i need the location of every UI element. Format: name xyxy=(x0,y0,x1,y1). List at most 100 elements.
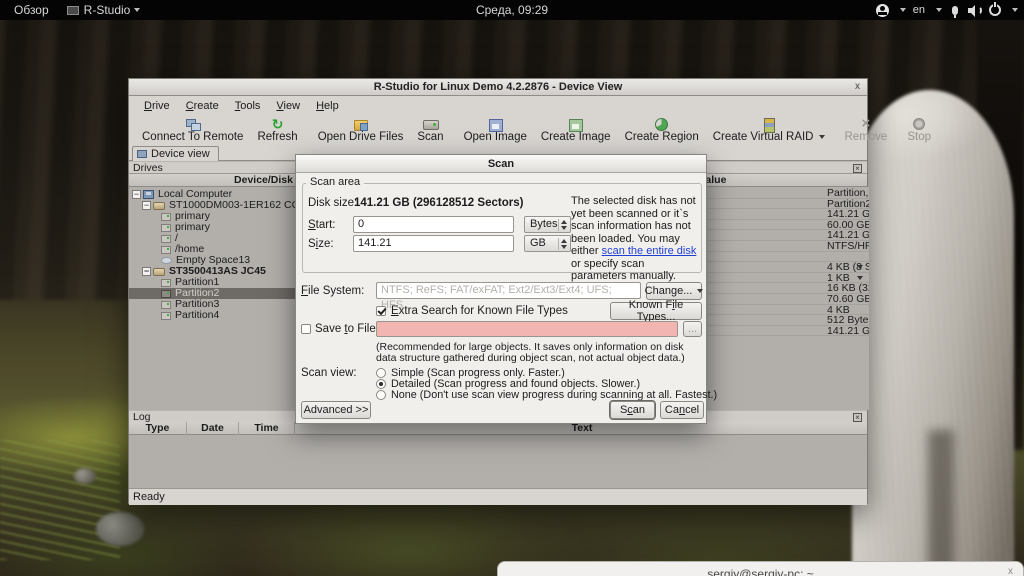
chevron-down-icon xyxy=(819,135,825,139)
toolbar-open-drive-files[interactable]: Open Drive Files xyxy=(311,117,411,146)
open-drive-files-icon xyxy=(353,117,368,131)
power-icon[interactable] xyxy=(989,4,1001,16)
size-input[interactable]: 141.21 xyxy=(353,235,514,252)
toolbar-connect-to-remote[interactable]: Connect To Remote xyxy=(135,117,250,146)
collapse-icon[interactable]: − xyxy=(142,267,151,276)
window-close-button[interactable]: x xyxy=(855,79,860,95)
gnome-top-bar: Обзор R-Studio Среда, 09:29 en xyxy=(0,0,1024,20)
wallpaper-wolf-shadow xyxy=(928,430,954,576)
refresh-icon: ↻ xyxy=(270,117,285,131)
hard-drive-icon xyxy=(153,202,165,210)
chevron-down-icon xyxy=(936,8,942,12)
wallpaper-stone xyxy=(74,468,96,484)
change-button[interactable]: Change... xyxy=(646,282,702,300)
log-column-time[interactable]: Time xyxy=(239,422,295,435)
clock[interactable]: Среда, 09:29 xyxy=(0,3,1024,17)
stop-icon xyxy=(912,117,927,131)
menu-create[interactable]: Create xyxy=(179,98,226,114)
disk-size-value: 141.21 GB (296128512 Sectors) xyxy=(354,197,523,209)
scan-icon xyxy=(423,117,438,131)
toolbar-open-image[interactable]: Open Image xyxy=(457,117,534,146)
volume-icon[interactable] xyxy=(968,4,982,16)
toolbar-stop: Stop xyxy=(900,117,938,146)
panel-close-icon[interactable]: × xyxy=(853,413,862,422)
app-menu-button[interactable]: R-Studio xyxy=(84,3,131,17)
scan-area-legend: Scan area xyxy=(306,176,364,188)
terminal-close-button[interactable]: x xyxy=(1008,566,1013,576)
toolbar-create-image[interactable]: Create Image xyxy=(534,117,618,146)
wallpaper-green-grass xyxy=(0,440,120,560)
collapse-icon[interactable]: − xyxy=(132,190,141,199)
menu-view[interactable]: View xyxy=(269,98,307,114)
create-region-icon xyxy=(654,117,669,131)
advanced-button[interactable]: Advanced >> xyxy=(301,401,371,419)
toolbar-create-region[interactable]: Create Region xyxy=(618,117,706,146)
chevron-down-icon xyxy=(1012,8,1018,12)
known-file-types-button[interactable]: Known File Types... xyxy=(610,302,702,320)
create-virtual-raid-icon xyxy=(761,117,776,131)
chevron-down-icon xyxy=(857,265,863,269)
accessibility-icon[interactable] xyxy=(876,4,889,17)
file-system-label: File System: xyxy=(301,285,364,297)
cancel-button[interactable]: Cancel xyxy=(660,401,704,419)
window-titlebar[interactable]: R-Studio for Linux Demo 4.2.2876 - Devic… xyxy=(129,79,867,96)
save-note-text: (Recommended for large objects. It saves… xyxy=(376,342,702,363)
panel-close-icon[interactable]: × xyxy=(853,164,862,173)
partition-icon xyxy=(161,235,171,243)
chevron-down-icon xyxy=(900,8,906,12)
terminal-window[interactable]: sergiy@sergiy-pc: ~ x xyxy=(497,561,1024,576)
chevron-down-icon xyxy=(134,8,140,12)
keyboard-layout-indicator[interactable]: en xyxy=(913,4,925,16)
log-column-type[interactable]: Type xyxy=(129,422,187,435)
terminal-title: sergiy@sergiy-pc: ~ xyxy=(498,567,1023,576)
radio-simple[interactable] xyxy=(376,368,386,378)
remove-icon: × xyxy=(858,117,873,131)
start-input[interactable]: 0 xyxy=(353,216,514,233)
scan-info-text: The selected disk has not yet been scann… xyxy=(571,195,699,283)
chevron-down-icon xyxy=(697,289,703,293)
chevron-down-icon xyxy=(857,276,863,280)
scan-entire-disk-link[interactable]: scan the entire disk xyxy=(602,245,697,257)
partition-icon xyxy=(161,213,171,221)
partition-icon xyxy=(161,224,171,232)
menu-tools[interactable]: Tools xyxy=(228,98,268,114)
partition-icon xyxy=(161,279,171,287)
scan-button[interactable]: Scan xyxy=(610,401,655,419)
toolbar-scan[interactable]: Scan xyxy=(410,117,450,146)
toolbar: Connect To Remote ↻Refresh Open Drive Fi… xyxy=(129,115,867,146)
toolbar-refresh[interactable]: ↻Refresh xyxy=(250,117,304,146)
toolbar-remove: ×Remove xyxy=(838,117,895,146)
menu-help[interactable]: Help xyxy=(309,98,346,114)
tab-device-view[interactable]: Device view xyxy=(132,146,219,161)
connect-to-remote-icon xyxy=(185,117,200,131)
save-to-file-input[interactable] xyxy=(376,321,678,337)
create-image-icon xyxy=(568,117,583,131)
menu-drive[interactable]: Drive xyxy=(137,98,177,114)
log-list xyxy=(129,435,867,488)
app-window-icon xyxy=(67,6,79,15)
start-unit-select[interactable]: Bytes xyxy=(524,216,571,233)
partition-icon xyxy=(161,301,171,309)
save-to-file-label[interactable]: Save to File: xyxy=(315,323,379,335)
microphone-icon[interactable] xyxy=(952,6,958,15)
dialog-titlebar[interactable]: Scan xyxy=(296,155,706,173)
radio-detailed[interactable] xyxy=(376,379,386,389)
device-view-icon xyxy=(137,150,147,158)
extra-search-label[interactable]: Extra Search for Known File Types xyxy=(391,305,568,317)
toolbar-create-virtual-raid[interactable]: Create Virtual RAID xyxy=(706,117,832,146)
activities-button[interactable]: Обзор xyxy=(10,3,53,17)
file-system-input[interactable]: NTFS; ReFS; FAT/exFAT; Ext2/Ext3/Ext4; U… xyxy=(376,282,641,299)
spin-arrows-icon xyxy=(558,219,567,231)
extra-search-checkbox[interactable] xyxy=(376,306,386,316)
radio-none[interactable] xyxy=(376,390,386,400)
radio-none-label[interactable]: None (Don't use scan view progress durin… xyxy=(391,389,717,401)
open-image-icon xyxy=(488,117,503,131)
empty-space-icon xyxy=(161,257,172,264)
hard-drive-icon xyxy=(153,268,165,276)
collapse-icon[interactable]: − xyxy=(142,201,151,210)
save-to-file-checkbox[interactable] xyxy=(301,324,311,334)
log-column-date[interactable]: Date xyxy=(187,422,239,435)
size-unit-select[interactable]: GB xyxy=(524,235,571,252)
spin-arrows-icon xyxy=(558,238,567,250)
window-title: R-Studio for Linux Demo 4.2.2876 - Devic… xyxy=(374,81,623,93)
